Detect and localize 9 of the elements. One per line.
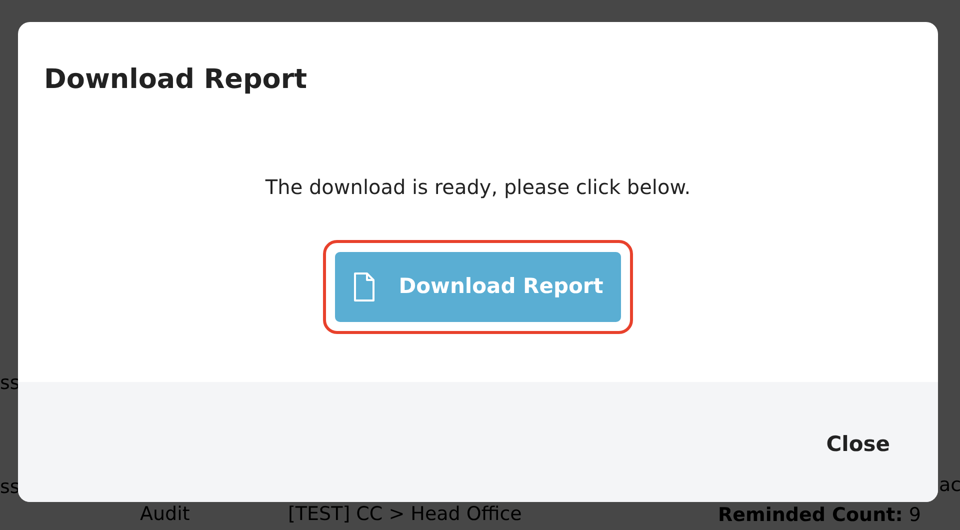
document-icon [352, 272, 375, 302]
close-button[interactable]: Close [818, 425, 898, 465]
background-text: Audit [140, 503, 190, 525]
dialog-title: Download Report [44, 64, 308, 96]
background-text: ac [939, 474, 960, 496]
dialog-message: The download is ready, please click below. [265, 174, 691, 201]
background-text: [TEST] CC > Head Office [288, 503, 522, 525]
reminded-count-text: Reminded Count: 9 [718, 504, 921, 526]
background-text: ss [0, 372, 20, 394]
